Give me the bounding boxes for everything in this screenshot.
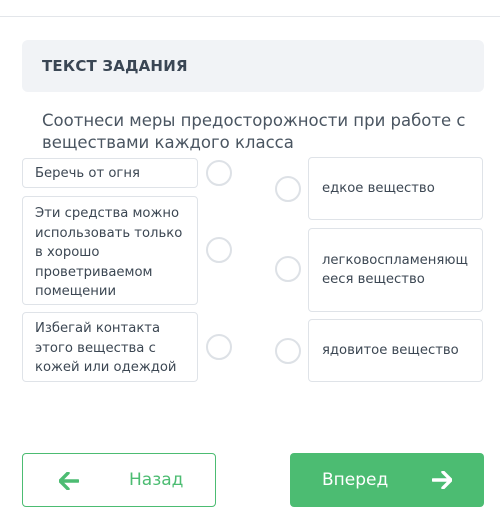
next-button[interactable]: Вперед	[290, 453, 484, 507]
back-button-label: Назад	[129, 470, 184, 490]
right-item-1-radio[interactable]	[275, 176, 301, 202]
right-item-3-radio[interactable]	[275, 338, 301, 364]
arrow-right-icon	[432, 471, 452, 489]
right-item-3[interactable]: ядовитое вещество	[308, 319, 483, 382]
right-item-1[interactable]: едкое вещество	[308, 157, 483, 220]
left-item-3-radio[interactable]	[206, 334, 232, 360]
left-item-2[interactable]: Эти средства можно использовать только в…	[22, 196, 198, 305]
left-item-1[interactable]: Беречь от огня	[22, 158, 198, 188]
left-item-label: Эти средства можно использовать только в…	[35, 206, 183, 299]
task-header: ТЕКСТ ЗАДАНИЯ	[22, 40, 484, 92]
task-header-title: ТЕКСТ ЗАДАНИЯ	[42, 57, 188, 75]
right-item-2[interactable]: легковоспламеняющееся вещество	[308, 228, 483, 312]
right-item-label: едкое вещество	[322, 180, 435, 196]
back-button[interactable]: Назад	[22, 453, 216, 507]
left-item-3[interactable]: Избегай контакта этого вещества с кожей …	[22, 312, 198, 382]
right-item-label: ядовитое вещество	[322, 342, 459, 358]
right-item-2-radio[interactable]	[275, 256, 301, 282]
top-divider	[0, 16, 500, 17]
arrow-left-icon	[59, 472, 79, 490]
left-item-label: Беречь от огня	[35, 166, 140, 181]
next-button-label: Вперед	[322, 470, 389, 490]
left-item-label: Избегай контакта этого вещества с кожей …	[35, 321, 177, 375]
left-item-2-radio[interactable]	[206, 237, 232, 263]
left-item-1-radio[interactable]	[206, 160, 232, 186]
right-item-label: легковоспламеняющееся вещество	[322, 252, 468, 288]
question-text: Соотнеси меры предосторожности при работ…	[42, 111, 466, 152]
